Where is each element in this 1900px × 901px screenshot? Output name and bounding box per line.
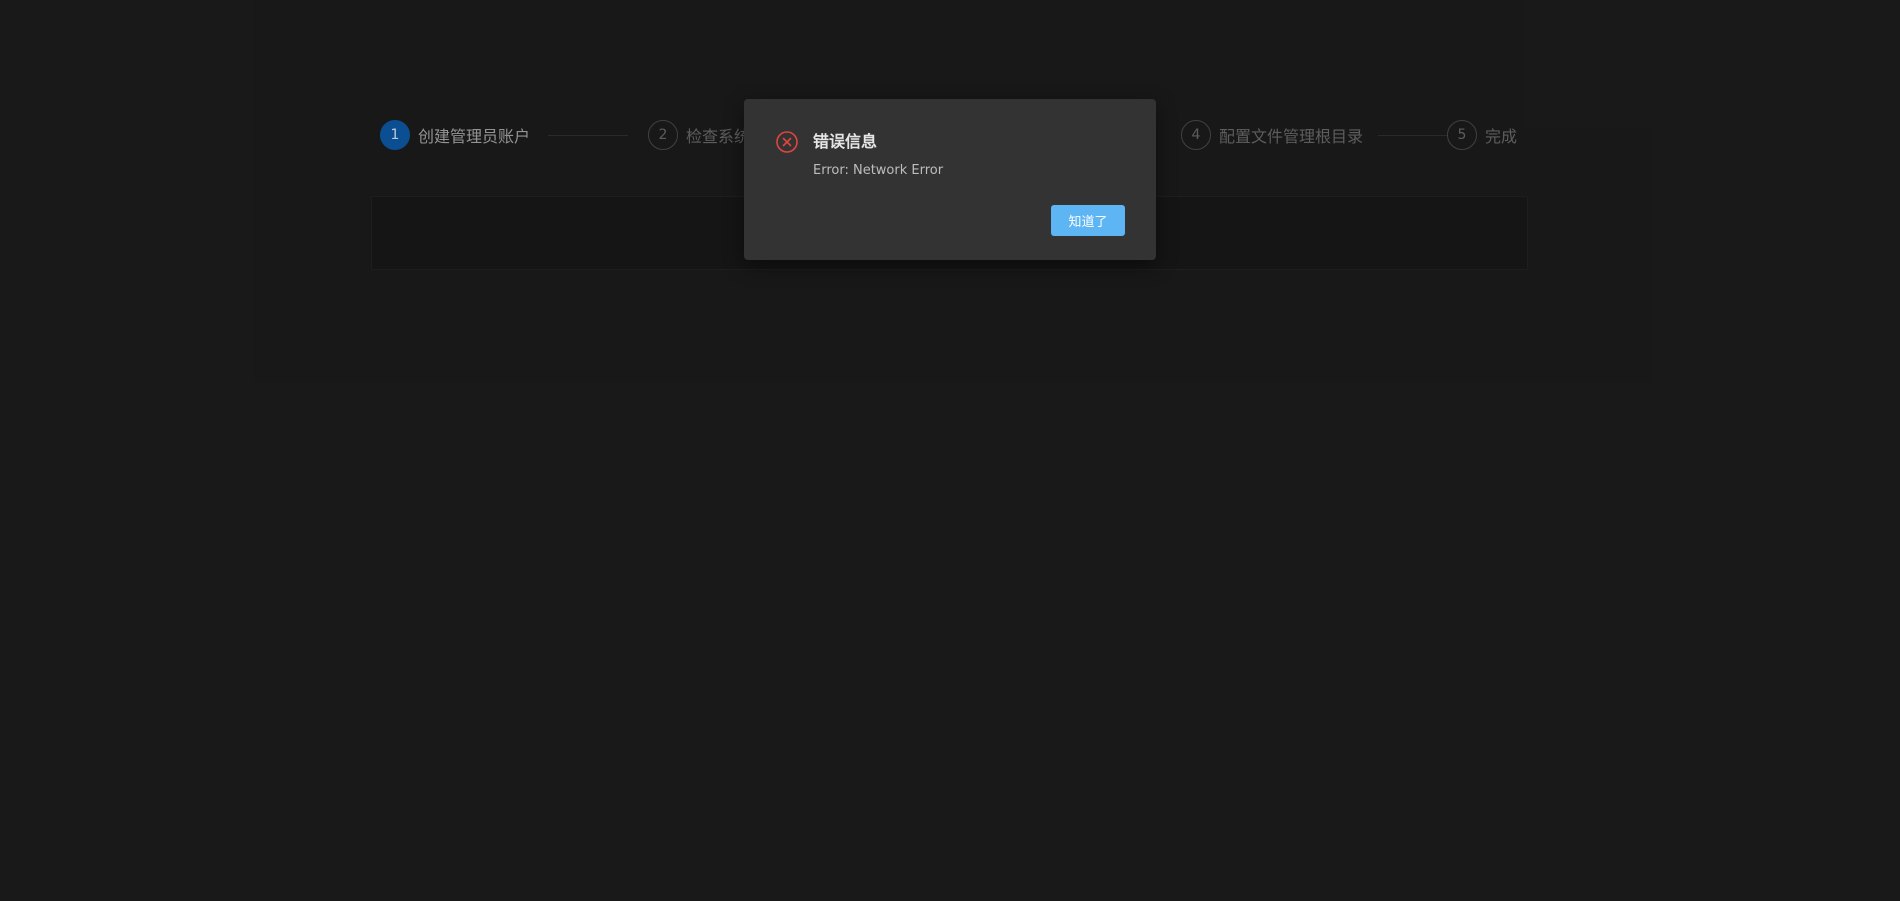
error-dialog: 错误信息 Error: Network Error 知道了 (744, 99, 1156, 260)
dialog-message: Error: Network Error (813, 163, 944, 178)
error-circle-icon (775, 130, 799, 154)
setup-wizard-page: 1 创建管理员账户 2 检查系统 4 配置文件管理根目录 5 完成 错误信息 E… (0, 0, 1900, 901)
acknowledge-button[interactable]: 知道了 (1051, 205, 1125, 236)
dialog-title: 错误信息 (813, 132, 878, 151)
